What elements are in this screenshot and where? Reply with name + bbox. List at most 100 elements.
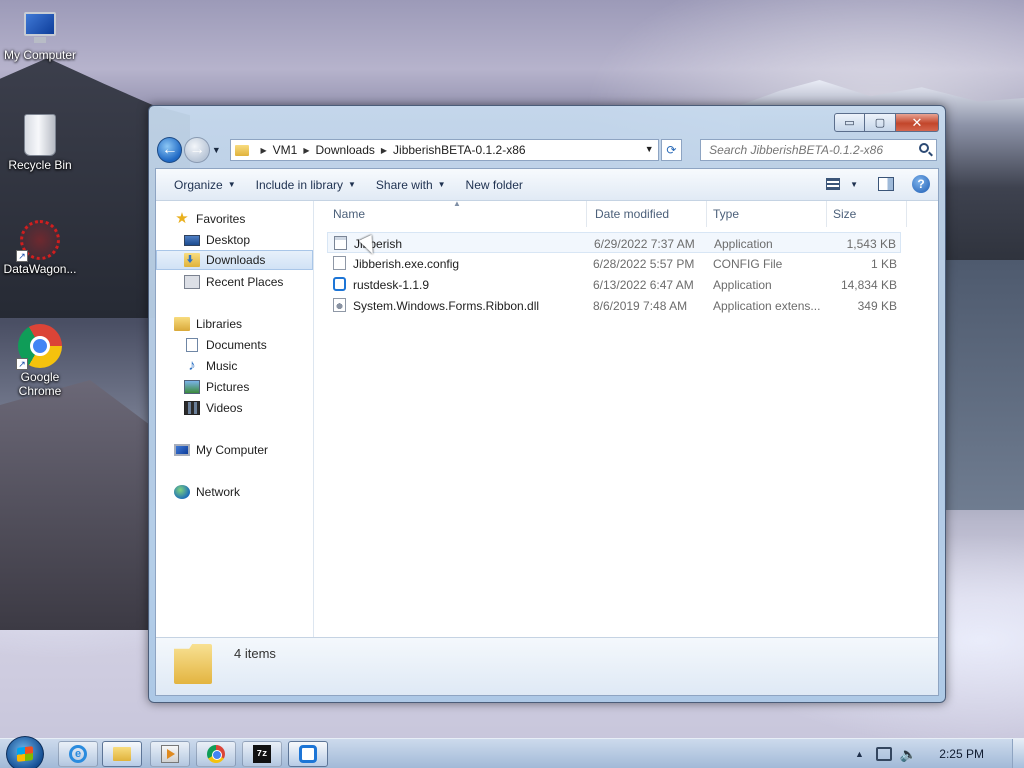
organize-label: Organize	[174, 177, 223, 192]
internet-explorer-icon: e	[69, 745, 87, 763]
desktop-icon-label: Google Chrome	[18, 370, 62, 398]
pictures-icon	[184, 380, 200, 394]
taskbar-rustdesk[interactable]	[288, 741, 328, 767]
file-row-jibberish[interactable]: Jibberish 6/29/2022 7:37 AM Application …	[327, 232, 901, 253]
command-bar: Organize ▼ Include in library ▼ Share with…	[156, 169, 938, 201]
show-desktop-button[interactable]	[1012, 739, 1024, 768]
explorer-window[interactable]: ▭ ▢ ✕ ← → ▼ ▶ VM1 ▶ Downloads ▶ Jibberis…	[148, 105, 946, 703]
clock[interactable]: 2:25 PM	[939, 747, 984, 761]
change-view-icon[interactable]	[826, 178, 841, 190]
videos-icon	[184, 401, 200, 415]
dll-file-icon	[333, 298, 346, 312]
column-header-name[interactable]: Name ▲	[315, 199, 587, 227]
breadcrumb-chevron-icon[interactable]: ▶	[303, 146, 309, 155]
file-date: 6/13/2022 6:47 AM	[593, 278, 694, 292]
file-date: 6/29/2022 7:37 AM	[594, 237, 695, 251]
address-bar[interactable]: ▶ VM1 ▶ Downloads ▶ JibberishBETA-0.1.2-…	[229, 139, 659, 161]
nav-my-computer[interactable]: My Computer	[156, 440, 313, 460]
nav-documents[interactable]: Documents	[156, 335, 313, 355]
file-type: CONFIG File	[713, 257, 783, 271]
column-header-size[interactable]: Size	[827, 201, 907, 227]
address-dropdown-icon[interactable]: ▼	[645, 144, 654, 154]
include-in-library-label: Include in library	[255, 177, 343, 192]
file-type: Application extens...	[713, 299, 821, 313]
back-button[interactable]: ←	[157, 137, 183, 163]
breadcrumb-downloads[interactable]: Downloads	[316, 143, 375, 157]
breadcrumb-chevron-icon[interactable]: ▶	[261, 146, 267, 155]
column-header-label: Date modified	[595, 207, 670, 221]
nav-favorites[interactable]: ★ Favorites	[156, 209, 313, 229]
volume-icon[interactable]: 🔈	[900, 746, 917, 763]
column-header-label: Size	[833, 207, 857, 221]
breadcrumb-vm1[interactable]: VM1	[273, 143, 298, 157]
computer-icon	[174, 444, 190, 456]
maximize-button[interactable]: ▢	[865, 113, 896, 132]
media-player-icon	[161, 745, 179, 763]
column-header-date-modified[interactable]: Date modified	[587, 201, 707, 227]
search-icon[interactable]	[919, 143, 929, 153]
desktop-icon-google-chrome[interactable]: ↗ Google Chrome	[0, 324, 80, 398]
nav-label: Libraries	[196, 317, 243, 331]
desktop-icon	[184, 234, 200, 246]
computer-icon	[20, 12, 60, 46]
wallpaper-water	[944, 260, 1024, 510]
include-in-library-button[interactable]: Include in library ▼	[246, 178, 366, 192]
preview-pane-icon[interactable]	[878, 177, 894, 191]
share-with-label: Share with	[375, 177, 433, 192]
navigation-pane: ★ Favorites Desktop Downloads Recent Pla…	[156, 201, 314, 637]
chevron-down-icon: ▼	[211, 145, 221, 155]
nav-libraries[interactable]: Libraries	[156, 314, 313, 334]
file-row-rustdesk[interactable]: rustdesk-1.1.9 6/13/2022 6:47 AM Applica…	[327, 274, 901, 295]
nav-downloads[interactable]: Downloads	[156, 250, 313, 270]
nav-network[interactable]: Network	[156, 482, 313, 502]
nav-pictures[interactable]: Pictures	[156, 377, 313, 397]
nav-desktop[interactable]: Desktop	[156, 230, 313, 250]
arrow-left-icon: ←	[161, 141, 178, 158]
nav-label: Documents	[206, 338, 267, 352]
file-name: System.Windows.Forms.Ribbon.dll	[353, 299, 540, 313]
downloads-folder-icon	[184, 253, 200, 267]
column-header-type[interactable]: Type	[707, 201, 827, 227]
desktop-icon-label: My Computer	[3, 48, 77, 62]
nav-recent-places[interactable]: Recent Places	[156, 272, 313, 292]
show-hidden-icons-icon[interactable]: ▲	[855, 749, 864, 759]
desktop-icon-datawagon[interactable]: ↗ DataWagon...	[0, 220, 80, 276]
taskbar-7zip[interactable]: 7z	[242, 741, 282, 767]
taskbar-media-player[interactable]	[150, 741, 190, 767]
toolbar-right: ▼ ?	[826, 175, 930, 193]
breadcrumb-current-folder[interactable]: JibberishBETA-0.1.2-x86	[393, 143, 526, 157]
view-options-chevron-icon[interactable]: ▼	[850, 180, 858, 189]
minimize-button[interactable]: ▭	[834, 113, 865, 132]
breadcrumb-chevron-icon[interactable]: ▶	[381, 146, 387, 155]
file-row-ribbon-dll[interactable]: System.Windows.Forms.Ribbon.dll 8/6/2019…	[327, 295, 901, 316]
item-count: 4 items	[234, 646, 276, 661]
network-icon	[174, 485, 190, 499]
chevron-down-icon: ▼	[348, 180, 356, 189]
desktop-icon-my-computer[interactable]: My Computer	[0, 12, 80, 62]
nav-videos[interactable]: Videos	[156, 398, 313, 418]
file-row-jibberish-config[interactable]: Jibberish.exe.config 6/28/2022 5:57 PM C…	[327, 253, 901, 274]
forward-button[interactable]: →	[184, 137, 210, 163]
close-button[interactable]: ✕	[896, 113, 939, 132]
recent-pages-button[interactable]: ▼	[212, 145, 224, 155]
network-status-icon[interactable]	[875, 747, 892, 761]
desktop-icon-label: DataWagon...	[3, 262, 77, 276]
navigation-bar: ← → ▼ ▶ VM1 ▶ Downloads ▶ JibberishBETA-…	[157, 137, 937, 163]
column-header-label: Name	[333, 207, 366, 221]
taskbar-chrome[interactable]	[196, 741, 236, 767]
share-with-button[interactable]: Share with ▼	[366, 178, 456, 192]
search-input[interactable]	[700, 139, 937, 161]
new-folder-button[interactable]: New folder	[456, 178, 533, 192]
chevron-down-icon: ▼	[437, 180, 446, 189]
start-button[interactable]	[6, 736, 44, 768]
taskbar-internet-explorer[interactable]: e	[58, 741, 98, 767]
help-icon[interactable]: ?	[912, 175, 930, 193]
file-type: Application	[713, 278, 772, 292]
recent-places-icon	[184, 275, 200, 289]
organize-button[interactable]: Organize ▼	[164, 178, 246, 192]
desktop-icon-recycle-bin[interactable]: Recycle Bin	[0, 114, 80, 172]
nav-music[interactable]: ♪ Music	[156, 356, 313, 376]
wallpaper-shore	[0, 380, 150, 630]
refresh-button[interactable]: ⟳	[660, 139, 683, 161]
taskbar-windows-explorer[interactable]	[102, 741, 142, 767]
